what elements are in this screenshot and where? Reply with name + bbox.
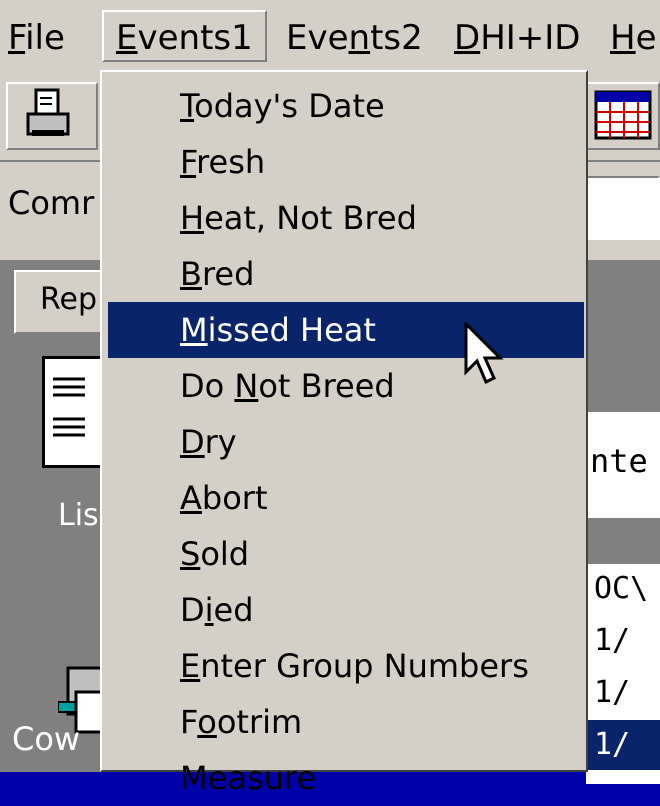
date-cell[interactable]: 1/ <box>586 668 660 718</box>
menu-item-accel: F <box>180 143 197 181</box>
menu-item-do-not-breed[interactable]: Do Not Breed <box>108 358 584 414</box>
date-cell[interactable]: OC\ <box>586 564 660 614</box>
menu-item-missed-heat[interactable]: Missed Heat <box>108 302 584 358</box>
date-cell[interactable]: 1/ <box>586 616 660 666</box>
menu-item-text: otrim <box>216 703 303 741</box>
command-input[interactable] <box>586 176 660 240</box>
menu-bar: File Events1 Events2 DHI+ID He <box>0 0 660 68</box>
cow-card-label: Cow <box>12 720 81 758</box>
calendar-button[interactable] <box>586 82 660 150</box>
menu-item-text-pre: D <box>180 591 205 629</box>
menu-file-accel: F <box>8 18 26 58</box>
list-report-icon[interactable] <box>42 356 104 468</box>
menu-item-text-pre: F <box>180 703 198 741</box>
menu-item-text: ry <box>204 423 237 461</box>
menu-item-accel: E <box>180 647 201 685</box>
menu-item-accel: M <box>180 311 208 349</box>
menu-help[interactable]: He <box>610 14 657 62</box>
menu-item-text: old <box>200 535 250 573</box>
menu-item-text: bort <box>201 479 268 517</box>
menu-help-accel: H <box>610 18 636 58</box>
menu-item-accel: H <box>180 199 205 237</box>
menu-events2-accel: n <box>348 18 371 58</box>
menu-item-fresh[interactable]: Fresh <box>108 134 584 190</box>
menu-item-text: ed <box>213 591 254 629</box>
menu-events2[interactable]: Events2 <box>286 14 423 62</box>
list-report-label: Lis <box>58 498 99 533</box>
menu-item-accel: S <box>180 535 201 573</box>
enter-label: nte <box>590 442 648 480</box>
menu-item-measure[interactable]: Measure <box>108 750 584 806</box>
menu-dhi-text: HI+ID <box>480 18 581 58</box>
menu-item-accel: N <box>234 367 259 405</box>
menu-item-accel: i <box>204 591 214 629</box>
menu-item-accel: D <box>180 423 205 461</box>
menu-dhi-id[interactable]: DHI+ID <box>454 14 580 62</box>
menu-item-text: nter Group Numbers <box>200 647 529 685</box>
menu-file[interactable]: File <box>8 14 65 62</box>
events1-dropdown: Today's Date Fresh Heat, Not Bred Bred Misse… <box>100 70 588 797</box>
menu-item-accel: B <box>180 255 202 293</box>
menu-item-sold[interactable]: Sold <box>108 526 584 582</box>
menu-file-text: ile <box>25 18 65 58</box>
menu-item-text: resh <box>196 143 266 181</box>
print-button[interactable] <box>6 82 98 150</box>
menu-item-accel: T <box>180 87 195 125</box>
tab-reports[interactable]: Rep <box>14 270 104 334</box>
menu-item-text: oday's Date <box>194 87 385 125</box>
printer-icon <box>26 88 70 136</box>
calendar-icon <box>594 90 652 140</box>
menu-item-accel: o <box>197 703 217 741</box>
menu-help-text: e <box>635 18 657 58</box>
date-column: OC\ 1/ 1/ 1/ <box>586 564 660 784</box>
menu-item-todays-date[interactable]: Today's Date <box>108 78 584 134</box>
menu-item-accel: A <box>180 479 202 517</box>
tab-reports-label: Rep <box>40 282 97 317</box>
menu-item-dry[interactable]: Dry <box>108 414 584 470</box>
menu-events1-accel: E <box>116 18 138 58</box>
menu-item-text: issed Heat <box>207 311 376 349</box>
menu-item-text-pre: Do <box>180 367 235 405</box>
menu-item-heat-not-bred[interactable]: Heat, Not Bred <box>108 190 584 246</box>
menu-item-text: ot Breed <box>258 367 395 405</box>
menu-item-bred[interactable]: Bred <box>108 246 584 302</box>
menu-item-footrim[interactable]: Footrim <box>108 694 584 750</box>
menu-events2-text: ts2 <box>370 18 423 58</box>
menu-item-text: red <box>201 255 255 293</box>
command-label: Comr <box>8 184 95 222</box>
menu-events1-text: vents1 <box>137 18 253 58</box>
date-cell-selected[interactable]: 1/ <box>586 720 660 770</box>
menu-item-text: eat, Not Bred <box>204 199 417 237</box>
menu-item-died[interactable]: Died <box>108 582 584 638</box>
mouse-cursor-icon <box>464 322 504 385</box>
menu-events1[interactable]: Events1 <box>102 10 267 62</box>
menu-item-text: Measure <box>180 759 316 797</box>
menu-dhi-accel: D <box>454 18 481 58</box>
menu-item-enter-group-numbers[interactable]: Enter Group Numbers <box>108 638 584 694</box>
menu-events2-text-pre: Eve <box>286 18 349 58</box>
menu-item-abort[interactable]: Abort <box>108 470 584 526</box>
